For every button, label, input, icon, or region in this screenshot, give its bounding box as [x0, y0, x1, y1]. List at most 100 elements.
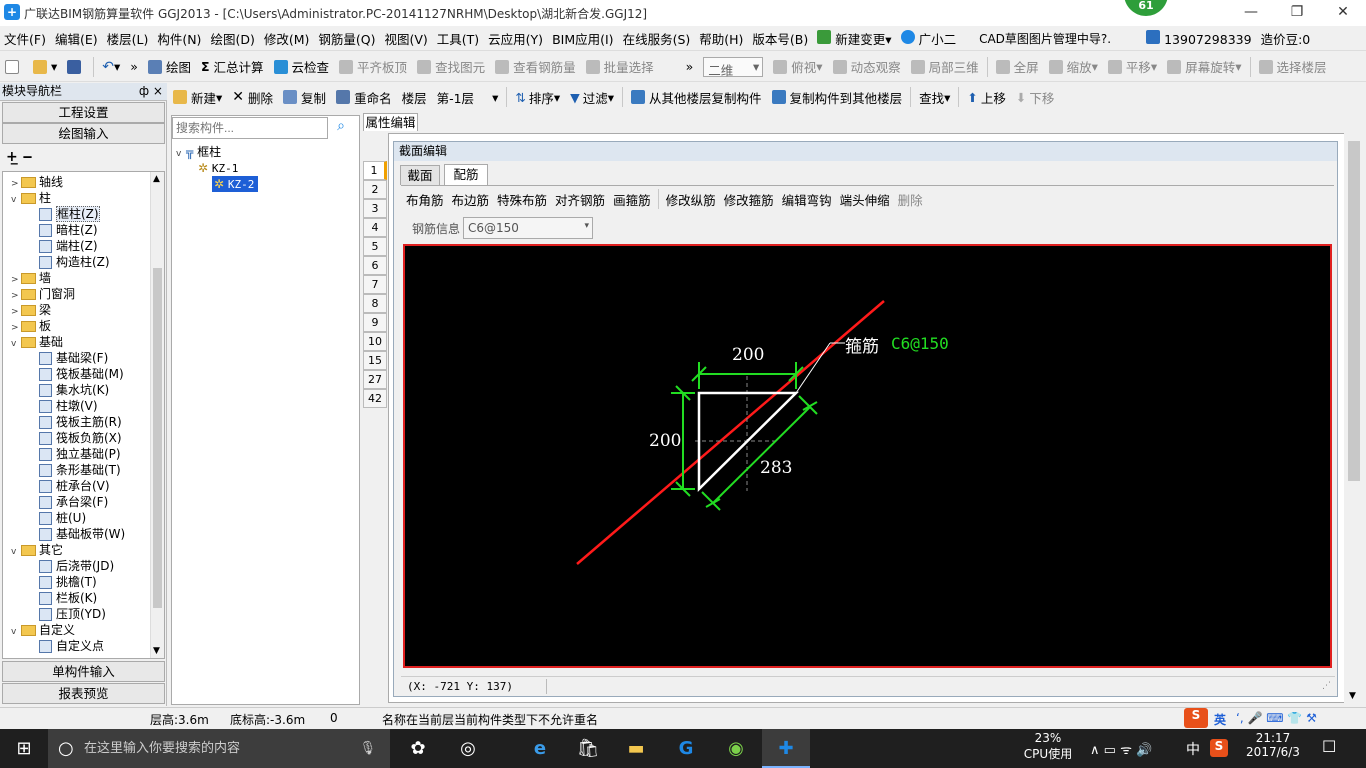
start-icon[interactable]: ⊞ — [0, 729, 48, 768]
modify-longitudinal-button[interactable]: 修改纵筋 — [662, 187, 720, 211]
nav-item[interactable]: 桩(U) — [39, 510, 86, 526]
nav-item[interactable]: 筏板基础(M) — [39, 366, 124, 382]
menu-tools[interactable]: 工具(T) — [433, 29, 483, 48]
copy-from-floor-button[interactable]: 从其他楼层复制构件 — [626, 85, 767, 109]
nav-item[interactable]: 框柱(Z) — [39, 206, 100, 222]
tree-root-column[interactable]: v ╦ 框柱 — [176, 144, 221, 160]
find-element-button[interactable]: 查找图元 — [412, 55, 490, 79]
fullscreen-button[interactable]: 全屏 — [991, 55, 1044, 79]
menu-version[interactable]: 版本号(B) — [748, 29, 812, 48]
nav-item[interactable]: 压顶(YD) — [39, 606, 106, 622]
row-number[interactable]: 7 — [363, 275, 387, 294]
expand-collapse-icons[interactable]: +̲ ‒ — [6, 149, 32, 165]
sogou-ime-icon[interactable]: S — [1184, 708, 1208, 728]
delete-rebar-button[interactable]: 删除 — [894, 187, 927, 211]
store-icon[interactable]: 🛍 — [564, 729, 612, 768]
more-chevron-2[interactable]: » — [681, 55, 699, 79]
row-number[interactable]: 10 — [363, 332, 387, 351]
menu-draw[interactable]: 绘图(D) — [206, 29, 258, 48]
sort-button[interactable]: ⇅ 排序 ▾ — [510, 85, 565, 109]
more-chevron[interactable]: » — [125, 55, 143, 79]
taskbar-search[interactable]: ○ 在这里输入你要搜索的内容 🎙 — [48, 729, 390, 768]
nav-item[interactable]: 基础梁(F) — [39, 350, 108, 366]
nav-item[interactable]: 承台梁(F) — [39, 494, 108, 510]
edit-hook-button[interactable]: 编辑弯钩 — [778, 187, 836, 211]
menu-help[interactable]: 帮助(H) — [695, 29, 747, 48]
find-button[interactable]: 查找 ▾ — [914, 85, 955, 109]
row-number[interactable]: 3 — [363, 199, 387, 218]
nav-item[interactable]: 栏板(K) — [39, 590, 97, 606]
end-extend-button[interactable]: 端头伸缩 — [836, 187, 894, 211]
app-green-icon[interactable]: ◉ — [712, 729, 760, 768]
menu-component[interactable]: 构件(N) — [153, 29, 205, 48]
row-number[interactable]: 27 — [363, 370, 387, 389]
clock[interactable]: 21:17 2017/6/3 — [1240, 731, 1306, 759]
maximize-button[interactable]: ❐ — [1274, 0, 1320, 26]
local-3d-button[interactable]: 局部三维 — [906, 55, 984, 79]
ggj-app-icon[interactable]: ✚ — [762, 729, 810, 768]
cpu-widget[interactable]: 23% CPU使用 — [1020, 731, 1076, 762]
nav-item[interactable]: 集水坑(K) — [39, 382, 109, 398]
microphone-icon[interactable]: 🎙 — [359, 729, 376, 768]
row-number[interactable]: 9 — [363, 313, 387, 332]
save-button[interactable] — [62, 55, 90, 79]
view-mode-select[interactable]: 二维 ▾ — [698, 55, 768, 79]
cad-canvas[interactable]: 200 200 283 箍筋 C6@150 — [403, 244, 1332, 668]
minimize-button[interactable]: — — [1228, 0, 1274, 26]
row-number[interactable]: 15 — [363, 351, 387, 370]
ime-indicator[interactable]: 中 — [1186, 739, 1200, 759]
align-rebar-button[interactable]: 对齐钢筋 — [551, 187, 609, 211]
menu-guangxiaoer[interactable]: 广小二 — [897, 29, 961, 48]
edge-icon[interactable]: e — [516, 729, 564, 768]
align-slab-top-button[interactable]: 平齐板顶 — [334, 55, 412, 79]
menu-cad-manage[interactable]: CAD草图图片管理中导?. — [975, 30, 1115, 47]
chevron-down-icon[interactable]: v — [11, 544, 21, 560]
nav-folder[interactable]: > 梁 — [11, 302, 51, 318]
ime-tools-icons[interactable]: ʻ, 🎤 ⌨ 👕 ⚒ — [1236, 711, 1317, 725]
scroll-thumb[interactable] — [153, 268, 162, 608]
select-floor-button[interactable]: 选择楼层 — [1254, 55, 1332, 79]
menu-floor[interactable]: 楼层(L) — [103, 29, 153, 48]
filter-button[interactable]: ▼ 过滤 ▾ — [565, 85, 619, 109]
nav-item[interactable]: 构造柱(Z) — [39, 254, 110, 270]
menu-account[interactable]: 13907298339 — [1142, 29, 1255, 47]
summary-calc-button[interactable]: Σ 汇总计算 — [196, 55, 269, 79]
nav-item[interactable]: 挑檐(T) — [39, 574, 97, 590]
file-explorer-icon[interactable]: ▬ — [612, 729, 660, 768]
sogou-tray-icon[interactable]: S — [1210, 739, 1228, 757]
cloud-check-button[interactable]: 云检查 — [269, 55, 335, 79]
menu-cloud[interactable]: 云应用(Y) — [484, 29, 547, 48]
row-number[interactable]: 2 — [363, 180, 387, 199]
new-file-button[interactable] — [0, 55, 28, 79]
view-rebar-qty-button[interactable]: 查看钢筋量 — [490, 55, 581, 79]
app-pinwheel-icon[interactable]: ✿ — [394, 729, 442, 768]
nav-item[interactable]: 筏板主筋(R) — [39, 414, 122, 430]
row-number[interactable]: 6 — [363, 256, 387, 275]
component-search-input[interactable] — [172, 117, 328, 139]
row-number[interactable]: 5 — [363, 237, 387, 256]
nav-folder[interactable]: > 墙 — [11, 270, 51, 286]
menu-credits[interactable]: 造价豆:0 — [1257, 29, 1315, 48]
batch-select-button[interactable]: 批量选择 — [581, 55, 659, 79]
menu-online[interactable]: 在线服务(S) — [619, 29, 695, 48]
nav-item[interactable]: 基础板带(W) — [39, 526, 125, 542]
menu-bim[interactable]: BIM应用(I) — [548, 29, 618, 48]
nav-folder[interactable]: > 门窗洞 — [11, 286, 75, 302]
component-item-kz2[interactable]: ✲ KZ-2 — [212, 176, 259, 192]
nav-item[interactable]: 柱墩(V) — [39, 398, 98, 414]
chevron-down-icon[interactable]: v — [11, 192, 21, 208]
special-rebar-button[interactable]: 特殊布筋 — [493, 187, 551, 211]
scroll-down-icon[interactable]: ▼ — [153, 646, 160, 656]
pan-button[interactable]: 平移 ▾ — [1103, 55, 1162, 79]
copy-to-floor-button[interactable]: 复制构件到其他楼层 — [767, 85, 908, 109]
menu-view[interactable]: 视图(V) — [380, 29, 431, 48]
resize-grip-icon[interactable]: ⋰ — [1322, 677, 1331, 696]
menu-modify[interactable]: 修改(M) — [260, 29, 314, 48]
draw-stirrup-button[interactable]: 画箍筋 — [609, 187, 655, 211]
app-swirl-icon[interactable]: ◎ — [444, 729, 492, 768]
nav-folder[interactable]: v柱 — [11, 190, 51, 206]
modify-stirrup-button[interactable]: 修改箍筋 — [720, 187, 778, 211]
scroll-thumb[interactable] — [1348, 141, 1360, 481]
tab-reinforcement[interactable]: 配筋 — [444, 164, 488, 185]
row-number[interactable]: 1 — [363, 161, 387, 180]
